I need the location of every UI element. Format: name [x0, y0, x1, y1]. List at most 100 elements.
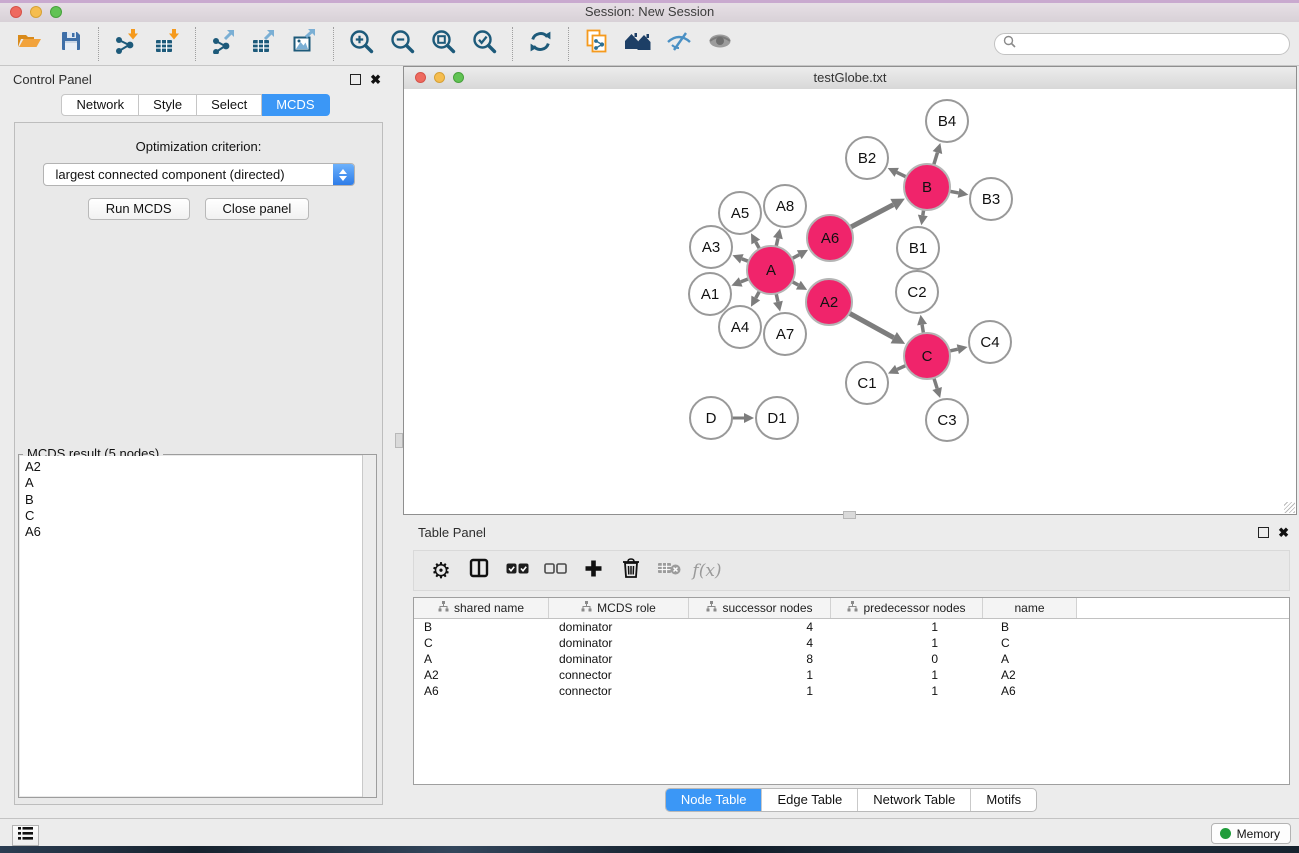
- graph-edge-arrow-icon: [773, 301, 783, 312]
- hide-selected-button[interactable]: [658, 25, 699, 63]
- checked-boxes-icon: [506, 562, 529, 580]
- mcds-result-item[interactable]: A: [20, 475, 375, 491]
- table-cell: dominator: [549, 652, 689, 666]
- function-builder-button[interactable]: f(x): [688, 561, 726, 581]
- close-panel-button[interactable]: Close panel: [205, 198, 310, 220]
- import-table-button[interactable]: [147, 25, 188, 63]
- close-panel-icon[interactable]: ✖: [370, 73, 381, 86]
- table-cell: 1: [831, 668, 983, 682]
- column-type-icon: [438, 601, 449, 615]
- column-header-name[interactable]: name: [983, 598, 1077, 618]
- column-header-shared-name[interactable]: shared name: [414, 598, 549, 618]
- horizontal-divider-handle[interactable]: [843, 511, 856, 519]
- table-row[interactable]: Cdominator41C: [414, 635, 1289, 651]
- graph-node-label: B4: [938, 113, 956, 130]
- trash-icon: [621, 557, 641, 584]
- table-cell: A6: [414, 684, 549, 698]
- tab-motifs[interactable]: Motifs: [970, 789, 1036, 811]
- delete-table-button[interactable]: [650, 560, 688, 581]
- show-hidden-button[interactable]: [699, 25, 740, 63]
- columns-icon: [469, 558, 489, 583]
- zoom-window-button[interactable]: [50, 6, 62, 18]
- graph-node-label: B: [922, 179, 932, 196]
- mcds-result-item[interactable]: A6: [20, 524, 375, 540]
- network-graph: AA1A2A3A4A5A6A7A8BB1B2B3B4CC1C2C3C4DD1: [404, 89, 1296, 514]
- table-row[interactable]: Bdominator41B: [414, 619, 1289, 635]
- titlebar: Session: New Session: [0, 0, 1299, 23]
- select-all-button[interactable]: [498, 562, 536, 580]
- graph-edge-arrow-icon: [958, 188, 969, 198]
- vertical-divider-handle[interactable]: [395, 433, 403, 448]
- float-table-panel-icon[interactable]: [1258, 527, 1269, 538]
- import-network-icon: [113, 28, 140, 59]
- home-neighborhood-button[interactable]: [617, 25, 658, 63]
- add-column-button[interactable]: [574, 559, 612, 583]
- export-table-button[interactable]: [244, 25, 285, 63]
- import-network-button[interactable]: [106, 25, 147, 63]
- table-cell: 1: [831, 636, 983, 650]
- graph-node-label: A5: [731, 205, 749, 222]
- minimize-view-button[interactable]: [434, 72, 445, 83]
- mcds-tab-content: Optimization criterion: largest connecte…: [14, 122, 383, 805]
- table-row[interactable]: A6connector11A6: [414, 683, 1289, 699]
- mcds-result-item[interactable]: A2: [20, 456, 375, 475]
- search-field[interactable]: [994, 33, 1290, 55]
- memory-status-icon: [1220, 828, 1231, 839]
- tab-style[interactable]: Style: [139, 94, 197, 116]
- list-icon: [18, 827, 33, 845]
- export-network-button[interactable]: [203, 25, 244, 63]
- resize-grip-icon[interactable]: [1284, 502, 1295, 513]
- graph-node-label: B1: [909, 240, 927, 257]
- show-columns-button[interactable]: [460, 558, 498, 583]
- table-row[interactable]: Adominator80A: [414, 651, 1289, 667]
- table-mode-button[interactable]: ⚙: [422, 560, 460, 582]
- graph-edge-arrow-icon: [932, 387, 942, 398]
- close-table-panel-icon[interactable]: ✖: [1278, 526, 1289, 539]
- network-view-window: testGlobe.txt AA1A2A3A4A5A6A7A8BB1B2B3B4…: [403, 66, 1297, 515]
- table-row[interactable]: A2connector11A2: [414, 667, 1289, 683]
- delete-columns-button[interactable]: [612, 557, 650, 584]
- column-header-MCDS-role[interactable]: MCDS role: [549, 598, 689, 618]
- export-image-button[interactable]: [285, 25, 326, 63]
- create-network-from-selection-button[interactable]: [576, 25, 617, 63]
- save-session-button[interactable]: [50, 25, 91, 63]
- delete-table-icon: [657, 560, 681, 581]
- close-view-button[interactable]: [415, 72, 426, 83]
- window-title: Session: New Session: [0, 3, 1299, 21]
- mcds-result-item[interactable]: B: [20, 492, 375, 508]
- run-mcds-button[interactable]: Run MCDS: [88, 198, 190, 220]
- task-history-button[interactable]: [12, 825, 39, 846]
- mcds-result-item[interactable]: C: [20, 508, 375, 524]
- zoom-selected-button[interactable]: [464, 25, 505, 63]
- column-header-predecessor-nodes[interactable]: predecessor nodes: [831, 598, 983, 618]
- open-file-button[interactable]: [9, 25, 50, 63]
- network-title: testGlobe.txt: [814, 70, 887, 85]
- float-panel-icon[interactable]: [350, 74, 361, 85]
- tab-edge-table[interactable]: Edge Table: [761, 789, 857, 811]
- column-header-successor-nodes[interactable]: successor nodes: [689, 598, 831, 618]
- zoom-in-button[interactable]: [341, 25, 382, 63]
- toolbar-separator: [195, 27, 196, 61]
- criterion-dropdown[interactable]: largest connected component (directed): [43, 163, 355, 186]
- tab-network[interactable]: Network: [61, 94, 139, 116]
- network-traffic-lights: [415, 72, 464, 83]
- tab-network-table[interactable]: Network Table: [857, 789, 970, 811]
- zoom-out-button[interactable]: [382, 25, 423, 63]
- network-window-titlebar: testGlobe.txt: [404, 67, 1296, 90]
- deselect-all-button[interactable]: [536, 562, 574, 580]
- close-window-button[interactable]: [10, 6, 22, 18]
- zoom-fit-button[interactable]: [423, 25, 464, 63]
- tab-node-table[interactable]: Node Table: [666, 789, 762, 811]
- network-canvas[interactable]: AA1A2A3A4A5A6A7A8BB1B2B3B4CC1C2C3C4DD1: [404, 89, 1296, 514]
- graph-node-label: A6: [821, 230, 839, 247]
- tab-select[interactable]: Select: [197, 94, 262, 116]
- zoom-view-button[interactable]: [453, 72, 464, 83]
- open-folder-icon: [16, 29, 43, 58]
- result-scrollbar[interactable]: [362, 455, 376, 797]
- tab-mcds[interactable]: MCDS: [262, 94, 329, 116]
- memory-button[interactable]: Memory: [1211, 823, 1291, 844]
- graph-node-label: A7: [776, 326, 794, 343]
- search-input[interactable]: [1022, 36, 1281, 52]
- refresh-layout-button[interactable]: [520, 25, 561, 63]
- minimize-window-button[interactable]: [30, 6, 42, 18]
